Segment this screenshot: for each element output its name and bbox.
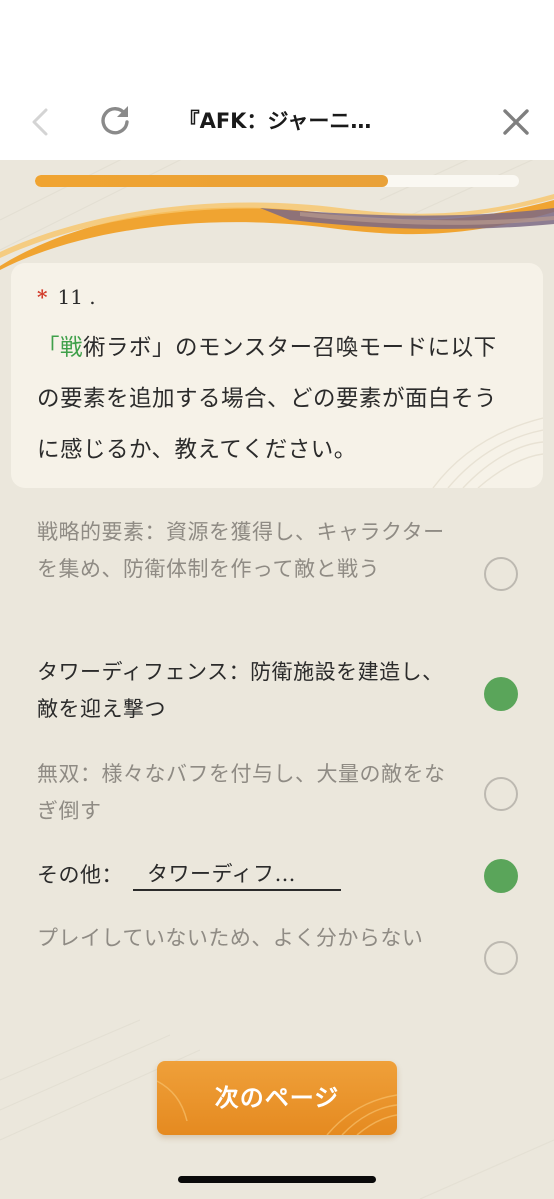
option-label: その他：: [37, 863, 123, 887]
radio-button-selected[interactable]: [484, 859, 518, 893]
page-title: 『AFK：ジャーニ…: [178, 109, 372, 133]
question-card: * 11 . 「戦術ラボ」のモンスター召喚モードに以下の要素を追加する場合、どの要…: [11, 263, 543, 488]
question-text-body: 術ラボ」のモンスター召喚モードに以下の要素を追加する場合、どの要素が面白そうに感…: [37, 335, 498, 463]
option-tower-defense[interactable]: タワーディフェンス：防衛施設を建造し、敵を迎え撃つ: [0, 654, 554, 730]
question-text-highlight: 「戦: [37, 335, 84, 361]
option-not-played[interactable]: プレイしていないため、よく分からない: [0, 920, 554, 996]
question-number: * 11 .: [37, 285, 96, 309]
progress-bar-fill: [35, 175, 389, 187]
decorative-swoosh: [0, 194, 554, 270]
next-page-button-label: 次のページ: [214, 1083, 340, 1112]
radio-button[interactable]: [484, 557, 518, 591]
required-mark: *: [37, 285, 48, 309]
progress-bar: [35, 175, 519, 187]
question-text: 「戦術ラボ」のモンスター召喚モードに以下の要素を追加する場合、どの要素が面白そう…: [37, 323, 517, 476]
option-label: 無双：様々なバフを付与し、大量の敵をなぎ倒す: [37, 762, 446, 823]
option-strategic[interactable]: 戦略的要素：資源を獲得し、キャラクターを集め、防衛体制を作って敵と戦う: [0, 514, 554, 626]
radio-button[interactable]: [484, 941, 518, 975]
option-label: タワーディフェンス：防衛施設を建造し、敵を迎え撃つ: [37, 660, 444, 721]
reload-icon[interactable]: [98, 104, 132, 138]
option-label: 戦略的要素：資源を獲得し、キャラクターを集め、防衛体制を作って敵と戦う: [37, 520, 445, 581]
survey-page: * 11 . 「戦術ラボ」のモンスター召喚モードに以下の要素を追加する場合、どの要…: [0, 160, 554, 1199]
other-text-input[interactable]: タワーディフ…: [133, 857, 341, 891]
chevron-left-icon[interactable]: [26, 106, 54, 138]
next-page-button[interactable]: 次のページ: [157, 1061, 397, 1135]
close-icon[interactable]: [500, 106, 532, 138]
radio-button[interactable]: [484, 777, 518, 811]
option-other[interactable]: その他： タワーディフ…: [0, 857, 554, 897]
question-number-label: 11 .: [57, 285, 96, 309]
radio-button-selected[interactable]: [484, 677, 518, 711]
top-nav-bar: 『AFK：ジャーニ…: [0, 0, 554, 160]
option-musou[interactable]: 無双：様々なバフを付与し、大量の敵をなぎ倒す: [0, 756, 554, 832]
home-indicator: [178, 1176, 376, 1183]
option-label: プレイしていないため、よく分からない: [37, 926, 424, 950]
